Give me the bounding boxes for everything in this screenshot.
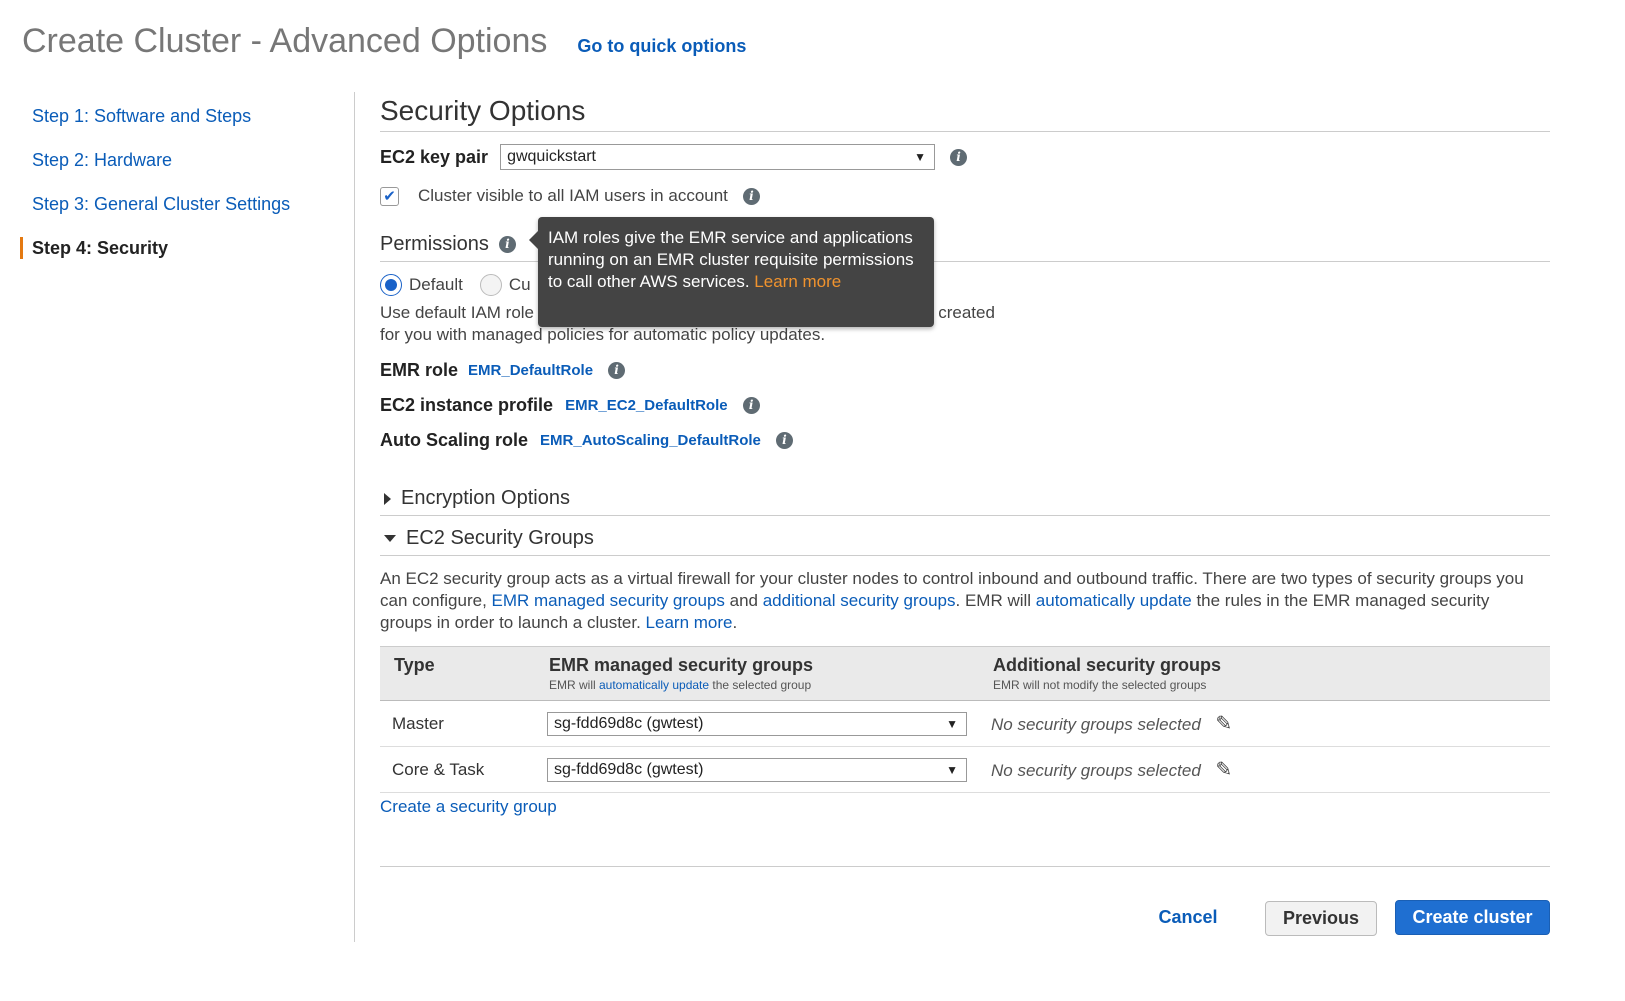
emr-role-row: EMR role EMR_DefaultRole i — [380, 358, 1550, 382]
core-task-emr-sg-select[interactable]: sg-fdd69d8c (gwtest) ▼ — [547, 757, 967, 782]
encryption-options-toggle[interactable]: Encryption Options — [380, 482, 1550, 516]
previous-button[interactable]: Previous — [1265, 901, 1377, 936]
permissions-desc-start: Use default IAM role — [380, 303, 535, 322]
wizard-steps-sidebar: Step 1: Software and Steps Step 2: Hardw… — [20, 98, 340, 274]
col-emr-sub-pre: EMR will — [549, 678, 599, 692]
sidebar-divider — [354, 92, 355, 942]
dropdown-arrow-icon: ▼ — [946, 716, 958, 731]
learn-more-link[interactable]: Learn more — [646, 613, 733, 632]
table-header-row: Type EMR managed security groups EMR wil… — [380, 646, 1550, 701]
info-icon[interactable]: i — [742, 396, 760, 414]
radio-custom[interactable] — [479, 274, 502, 296]
sidebar-step-hardware[interactable]: Step 2: Hardware — [20, 142, 340, 186]
col-additional-header: Additional security groups EMR will not … — [979, 646, 1550, 701]
ec2-profile-row: EC2 instance profile EMR_EC2_DefaultRole… — [380, 393, 1550, 417]
permissions-desc-end: y created — [925, 303, 995, 322]
autoscaling-role-row: Auto Scaling role EMR_AutoScaling_Defaul… — [380, 428, 1550, 452]
sidebar-step-general-settings[interactable]: Step 3: General Cluster Settings — [20, 186, 340, 230]
info-icon[interactable]: i — [742, 187, 760, 205]
radio-default-label: Default — [409, 275, 463, 294]
emr-role-link[interactable]: EMR_DefaultRole — [468, 362, 593, 379]
permissions-tooltip: IAM roles give the EMR service and appli… — [529, 217, 934, 327]
key-pair-row: EC2 key pair gwquickstart ▼ i — [380, 142, 1550, 172]
cancel-button[interactable]: Cancel — [1148, 900, 1228, 935]
create-cluster-button[interactable]: Create cluster — [1395, 900, 1550, 935]
permissions-desc-line2: for you with managed policies for automa… — [380, 325, 826, 344]
row-type-master: Master — [380, 700, 535, 747]
col-emr-auto-update-link[interactable]: automatically update — [599, 678, 709, 692]
caret-right-icon — [384, 492, 391, 505]
row-additional-cell: No security groups selected ✎ — [979, 746, 1550, 793]
row-emr-cell: sg-fdd69d8c (gwtest) ▼ — [535, 700, 979, 747]
master-additional-sg-value: No security groups selected — [991, 715, 1201, 734]
pencil-icon[interactable]: ✎ — [1216, 711, 1233, 736]
cluster-visible-checkbox[interactable]: ✔ — [380, 186, 399, 206]
row-emr-cell: sg-fdd69d8c (gwtest) ▼ — [535, 746, 979, 793]
row-additional-cell: No security groups selected ✎ — [979, 700, 1550, 747]
permissions-title: Permissions — [380, 233, 489, 255]
pencil-icon[interactable]: ✎ — [1216, 757, 1233, 782]
col-additional-title: Additional security groups — [993, 655, 1222, 675]
radio-custom-label: Cu — [508, 275, 531, 294]
sidebar-step-software[interactable]: Step 1: Software and Steps — [20, 98, 340, 142]
go-to-quick-options-link[interactable]: Go to quick options — [577, 36, 746, 57]
col-emr-subtitle: EMR will automatically update the select… — [549, 678, 965, 692]
sidebar-step-security: Step 4: Security — [20, 230, 340, 274]
table-row: Core & Task sg-fdd69d8c (gwtest) ▼ No se… — [380, 746, 1550, 793]
info-icon[interactable]: i — [950, 148, 968, 166]
sg-desc-end: . — [732, 613, 738, 632]
tooltip-learn-more-link[interactable]: Learn more — [754, 272, 841, 291]
master-emr-sg-select[interactable]: sg-fdd69d8c (gwtest) ▼ — [547, 711, 967, 736]
col-additional-subtitle: EMR will not modify the selected groups — [993, 678, 1207, 692]
main-content: Security Options EC2 key pair gwquicksta… — [380, 90, 1550, 818]
sg-desc-part2: . EMR will — [955, 591, 1036, 610]
dropdown-arrow-icon: ▼ — [914, 150, 927, 164]
security-groups-title: EC2 Security Groups — [406, 527, 594, 549]
encryption-options-title: Encryption Options — [401, 487, 570, 509]
key-pair-select[interactable]: gwquickstart ▼ — [500, 144, 936, 170]
col-emr-header: EMR managed security groups EMR will aut… — [535, 646, 979, 701]
cluster-visible-label: Cluster visible to all IAM users in acco… — [418, 186, 728, 205]
footer-divider — [380, 866, 1550, 867]
col-type-title: Type — [394, 655, 435, 675]
table-row: Master sg-fdd69d8c (gwtest) ▼ No securit… — [380, 700, 1550, 747]
emr-managed-sg-link[interactable]: EMR managed security groups — [492, 591, 725, 610]
col-emr-title: EMR managed security groups — [549, 655, 814, 675]
create-security-group-link[interactable]: Create a security group — [380, 797, 557, 816]
master-emr-sg-value: sg-fdd69d8c (gwtest) — [554, 714, 704, 732]
dropdown-arrow-icon: ▼ — [946, 762, 958, 777]
page-header: Create Cluster - Advanced Options Go to … — [22, 22, 746, 72]
col-type-header: Type — [380, 646, 535, 701]
ec2-profile-link[interactable]: EMR_EC2_DefaultRole — [565, 397, 728, 414]
emr-role-label: EMR role — [380, 359, 459, 380]
automatically-update-link[interactable]: automatically update — [1036, 591, 1192, 610]
autoscaling-role-link[interactable]: EMR_AutoScaling_DefaultRole — [540, 432, 761, 449]
security-groups-toggle[interactable]: EC2 Security Groups — [380, 522, 1550, 556]
caret-down-icon — [384, 535, 396, 542]
row-type-core-task: Core & Task — [380, 746, 535, 793]
permissions-info-icon[interactable]: i — [498, 236, 516, 253]
additional-sg-link[interactable]: additional security groups — [763, 591, 956, 610]
create-security-group-wrapper: Create a security group — [380, 796, 1550, 818]
security-groups-description: An EC2 security group acts as a virtual … — [380, 568, 1540, 634]
tooltip-text: IAM roles give the EMR service and appli… — [548, 228, 914, 291]
page-title: Create Cluster - Advanced Options — [22, 22, 548, 60]
ec2-profile-label: EC2 instance profile — [380, 394, 554, 415]
key-pair-selected-value: gwquickstart — [507, 148, 596, 165]
visibility-row: ✔ Cluster visible to all IAM users in ac… — [380, 182, 1550, 210]
info-icon[interactable]: i — [608, 361, 626, 379]
info-icon[interactable]: i — [775, 431, 793, 449]
section-title-security-options: Security Options — [380, 90, 1550, 132]
key-pair-label: EC2 key pair — [380, 146, 489, 167]
core-task-emr-sg-value: sg-fdd69d8c (gwtest) — [554, 760, 704, 778]
autoscaling-role-label: Auto Scaling role — [380, 429, 529, 450]
security-groups-table: Type EMR managed security groups EMR wil… — [380, 646, 1550, 793]
sg-desc-and: and — [724, 591, 763, 610]
core-task-additional-sg-value: No security groups selected — [991, 761, 1201, 780]
col-emr-sub-post: the selected group — [709, 678, 812, 692]
radio-default[interactable] — [380, 274, 402, 296]
